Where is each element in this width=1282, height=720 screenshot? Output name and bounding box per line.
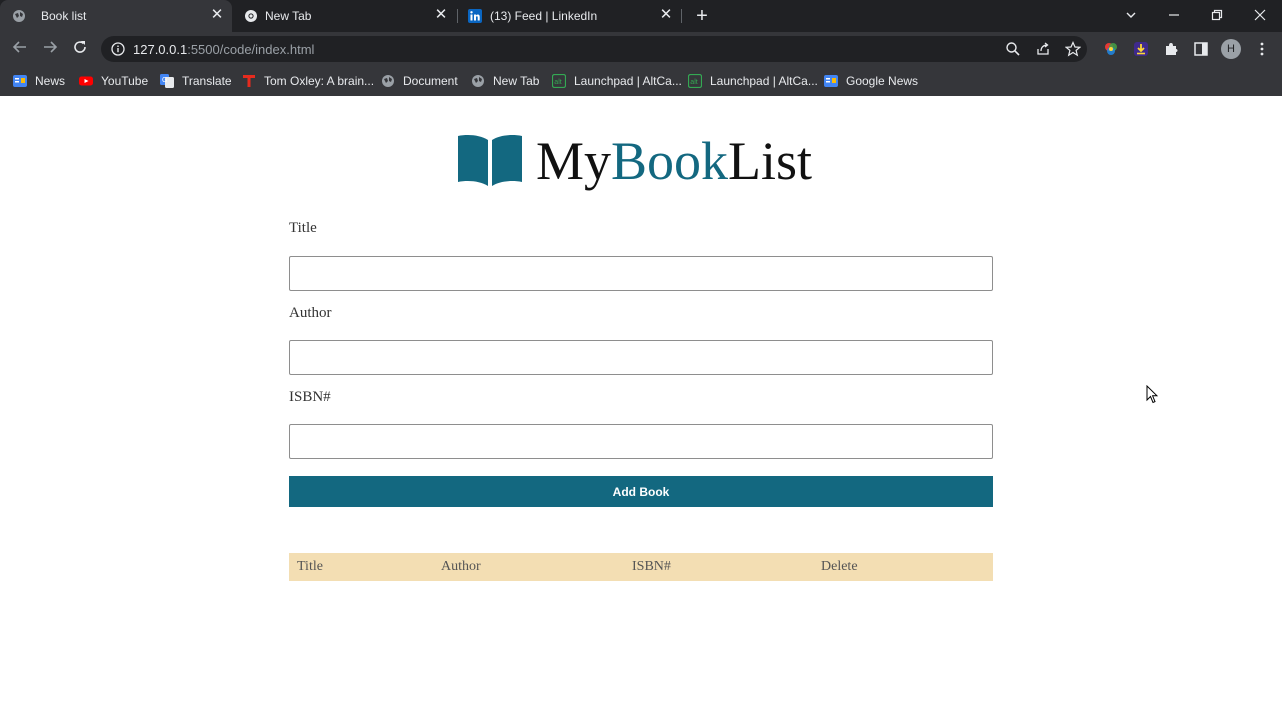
address-bar[interactable]: 127.0.0.1:5500/code/index.html — [101, 36, 1087, 62]
tab-label: Book list — [41, 9, 87, 23]
linkedin-icon — [468, 9, 482, 23]
bookmark-document[interactable]: Document — [381, 73, 458, 89]
title-label: Title — [289, 220, 317, 236]
kebab-menu-icon[interactable] — [1254, 41, 1270, 57]
forward-button[interactable] — [40, 39, 60, 59]
logo-text: MyBookList — [536, 131, 813, 191]
browser-toolbar: 127.0.0.1:5500/code/index.html H — [0, 32, 1282, 66]
globe-icon — [382, 75, 394, 87]
column-header-isbn: ISBN# — [624, 553, 813, 581]
youtube-icon — [79, 76, 93, 86]
tab-label: New Tab — [265, 9, 312, 23]
globe-icon — [13, 10, 25, 22]
tab-book-list[interactable]: Book list ✕ — [0, 0, 232, 32]
tab-separator — [681, 9, 682, 23]
site-logo: MyBookList — [456, 128, 836, 194]
add-book-button[interactable]: Add Book — [289, 476, 993, 507]
title-input[interactable] — [289, 256, 993, 291]
google-news-icon — [13, 75, 27, 87]
tab-new-tab[interactable]: New Tab ✕ — [232, 0, 456, 32]
zoom-icon[interactable] — [1005, 41, 1021, 57]
google-news-icon — [824, 75, 838, 87]
svg-text:alt: alt — [554, 79, 561, 86]
close-tab-icon[interactable]: ✕ — [433, 7, 449, 23]
url-text: 127.0.0.1:5500/code/index.html — [133, 42, 315, 57]
tab-strip: Book list ✕ New Tab ✕ (13) Feed | Linked… — [0, 0, 1282, 32]
open-book-icon — [458, 135, 522, 186]
close-tab-icon[interactable]: ✕ — [658, 7, 674, 23]
profile-avatar[interactable]: H — [1221, 39, 1241, 59]
bookmark-star-icon[interactable] — [1065, 41, 1081, 57]
google-translate-icon: G — [160, 74, 174, 88]
share-icon[interactable] — [1035, 41, 1051, 57]
tab-search-icon[interactable] — [1121, 6, 1141, 26]
bookmark-translate[interactable]: G Translate — [160, 73, 232, 89]
isbn-input[interactable] — [289, 424, 993, 459]
close-window-icon[interactable] — [1250, 6, 1270, 26]
minimize-icon[interactable] — [1164, 6, 1184, 26]
author-label: Author — [289, 305, 332, 321]
close-tab-icon[interactable]: ✕ — [209, 7, 225, 23]
info-icon[interactable] — [111, 42, 125, 56]
extensions-puzzle-icon[interactable] — [1163, 41, 1179, 57]
column-header-author: Author — [433, 553, 624, 581]
mouse-cursor-icon — [1146, 385, 1158, 404]
new-tab-button[interactable]: + — [692, 6, 712, 26]
table-header: Title Author ISBN# Delete — [289, 553, 993, 581]
chrome-icon — [245, 10, 257, 22]
side-panel-icon[interactable] — [1193, 41, 1209, 57]
bookmark-news[interactable]: News — [13, 73, 65, 89]
bookmark-youtube[interactable]: YouTube — [79, 73, 148, 89]
bookmarks-bar: News YouTube G Translate Tom Oxley: A br… — [0, 66, 1282, 96]
column-header-delete: Delete — [813, 553, 993, 581]
bookmark-new-tab[interactable]: New Tab — [471, 73, 539, 89]
restore-icon[interactable] — [1207, 6, 1227, 26]
author-input[interactable] — [289, 340, 993, 375]
bookmark-google-news[interactable]: Google News — [824, 73, 918, 89]
altcampus-icon: alt — [688, 74, 702, 88]
altcampus-icon: alt — [552, 74, 566, 88]
bookmark-launchpad-2[interactable]: alt Launchpad | AltCa... — [688, 73, 818, 89]
tab-label: (13) Feed | LinkedIn — [490, 9, 598, 23]
color-picker-extension-icon[interactable] — [1103, 41, 1119, 57]
tab-linkedin[interactable]: (13) Feed | LinkedIn ✕ — [458, 0, 682, 32]
download-extension-icon[interactable] — [1133, 41, 1149, 57]
bookmark-tom-oxley[interactable]: Tom Oxley: A brain... — [242, 73, 374, 89]
svg-text:alt: alt — [690, 79, 697, 86]
bookmark-launchpad-1[interactable]: alt Launchpad | AltCa... — [552, 73, 682, 89]
globe-icon — [472, 75, 484, 87]
ted-icon — [243, 75, 255, 87]
back-button[interactable] — [10, 39, 30, 59]
book-list-table: Title Author ISBN# Delete — [289, 553, 993, 581]
svg-text:G: G — [162, 77, 167, 84]
column-header-title: Title — [289, 553, 433, 581]
isbn-label: ISBN# — [289, 389, 331, 405]
reload-button[interactable] — [70, 39, 90, 59]
